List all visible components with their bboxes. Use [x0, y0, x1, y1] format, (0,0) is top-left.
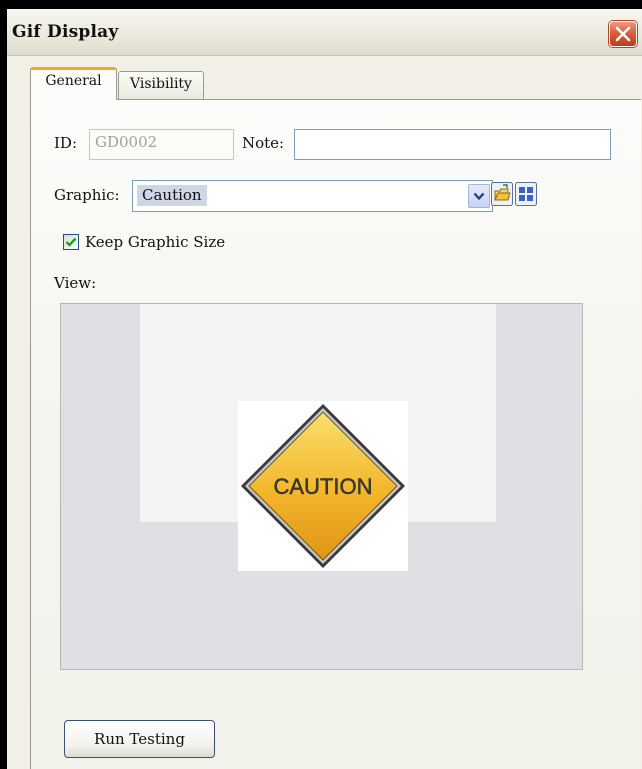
checkmark-icon — [65, 237, 77, 247]
gif-display-dialog: Gif Display General Visibility ID: GD000… — [7, 9, 642, 769]
open-folder-icon — [491, 182, 513, 206]
tab-visibility[interactable]: Visibility — [118, 71, 204, 99]
run-testing-button[interactable]: Run Testing — [64, 720, 215, 758]
graphic-library-button[interactable] — [515, 182, 537, 206]
grid-library-icon — [515, 182, 537, 206]
tab-general[interactable]: General — [30, 67, 117, 100]
open-graphic-button[interactable] — [491, 182, 513, 206]
chevron-down-icon — [473, 192, 485, 201]
title-bar[interactable]: Gif Display — [7, 9, 642, 56]
caution-sign-text: CAUTION — [274, 474, 373, 499]
graphic-select-value: Caution — [137, 185, 207, 206]
graphic-select[interactable]: Caution — [132, 180, 493, 212]
id-label: ID: — [54, 134, 78, 152]
graphic-dropdown-button[interactable] — [468, 184, 490, 208]
note-label: Note: — [242, 134, 285, 152]
graphic-label: Graphic: — [54, 186, 120, 204]
keep-graphic-size-label: Keep Graphic Size — [85, 233, 226, 251]
id-field: GD0002 — [89, 129, 234, 160]
note-field[interactable] — [294, 129, 611, 160]
keep-graphic-size-checkbox[interactable] — [63, 234, 79, 250]
view-preview: CAUTION — [60, 303, 583, 670]
caution-graphic: CAUTION — [238, 401, 408, 571]
close-icon — [615, 26, 631, 42]
view-label: View: — [54, 274, 97, 292]
close-button[interactable] — [609, 21, 637, 47]
window-title: Gif Display — [12, 22, 119, 42]
caution-sign-icon: CAUTION — [241, 404, 405, 568]
